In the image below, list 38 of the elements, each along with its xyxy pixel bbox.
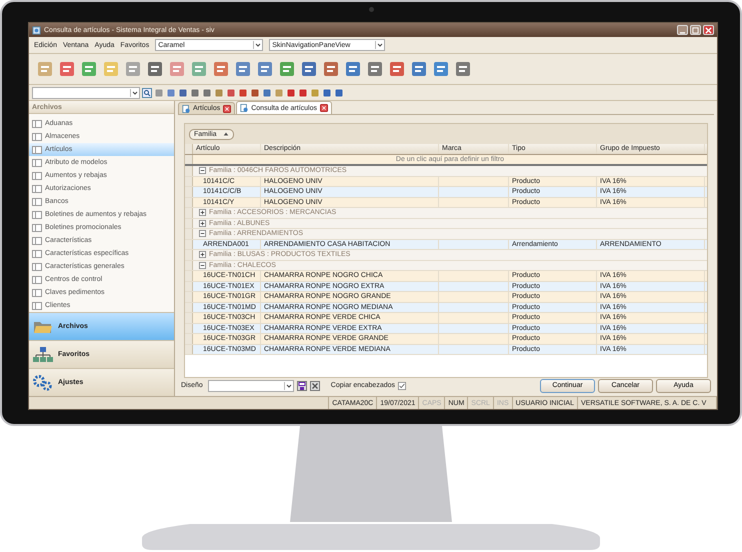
table-icon [32, 236, 42, 244]
table-icon [32, 288, 42, 296]
caret-icon [253, 41, 262, 49]
table-icon [32, 172, 42, 180]
caret-icon [284, 382, 293, 390]
table-icon [32, 198, 42, 206]
close-button[interactable] [703, 25, 714, 35]
table-icon [32, 210, 42, 218]
table-icon [32, 302, 42, 310]
checkbox[interactable] [398, 382, 406, 390]
table-icon [32, 146, 42, 154]
maximize-button[interactable] [690, 25, 701, 35]
table-icon [32, 262, 42, 270]
expand-icon[interactable] [199, 209, 206, 216]
table-icon [32, 224, 42, 232]
table-icon [32, 132, 42, 140]
table-icon [32, 250, 42, 258]
collapse-icon[interactable] [199, 230, 206, 238]
delete-icon[interactable] [310, 380, 320, 390]
table-icon [32, 184, 42, 192]
webcam-dot [369, 7, 374, 12]
save-icon[interactable] [296, 380, 307, 390]
minimize-button[interactable] [677, 25, 688, 35]
table-icon [32, 120, 42, 128]
search-icon[interactable] [142, 88, 152, 98]
caret-icon [130, 88, 139, 96]
expand-icon[interactable] [199, 220, 206, 227]
gears-icon [33, 374, 53, 390]
maximize-icon [692, 26, 699, 34]
caret-icon [375, 41, 384, 49]
hierarchy-icon [33, 346, 53, 362]
collapse-icon[interactable] [199, 262, 206, 269]
table-icon [32, 276, 42, 284]
app-icon [32, 26, 41, 34]
table-icon [32, 158, 42, 166]
collapse-icon[interactable] [199, 167, 206, 174]
expand-icon[interactable] [199, 251, 206, 258]
sort-ascending-icon [222, 131, 229, 137]
